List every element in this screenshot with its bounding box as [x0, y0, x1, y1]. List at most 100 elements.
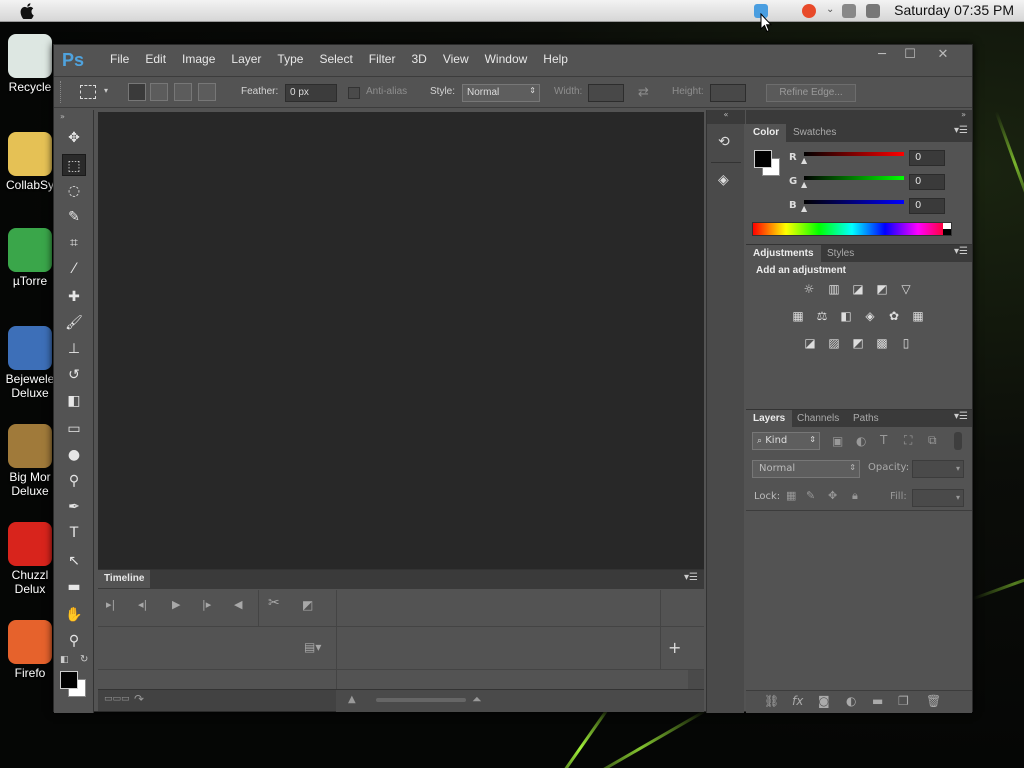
r-slider[interactable] — [804, 152, 904, 156]
smart-object-filter-icon[interactable]: ⧉ — [928, 433, 937, 448]
filter-toggle[interactable] — [954, 432, 962, 450]
tab-swatches[interactable]: Swatches — [786, 124, 843, 142]
brightness-icon[interactable]: ☼ — [801, 282, 817, 296]
b-slider-thumb[interactable]: ▲ — [801, 204, 807, 213]
opacity-input[interactable]: ▾ — [912, 460, 964, 478]
exposure-icon[interactable]: ◩ — [874, 282, 890, 296]
tab-layers[interactable]: Layers — [746, 410, 793, 428]
frames-icon[interactable]: ▭▭▭ — [104, 694, 130, 704]
desktop-shortcut[interactable]: Firefo — [4, 620, 56, 680]
clock[interactable]: Saturday 07:35 PM — [894, 2, 1014, 18]
black-white-icon[interactable]: ◧ — [838, 309, 854, 323]
spectrum-black[interactable] — [943, 229, 951, 235]
timeline-tab[interactable]: Timeline — [98, 570, 150, 588]
default-colors-icon[interactable]: ◧ — [60, 655, 69, 665]
subtract-selection-button[interactable] — [174, 83, 192, 101]
gradient-map-icon[interactable]: ▩ — [874, 336, 890, 350]
desktop-shortcut[interactable]: µTorre — [4, 228, 56, 288]
move-tool-icon[interactable]: ✥ — [62, 127, 86, 149]
app-tray-icon[interactable] — [802, 4, 816, 18]
marquee-preset-icon[interactable] — [80, 85, 96, 99]
tab-adjustments[interactable]: Adjustments — [746, 245, 821, 263]
tab-paths[interactable]: Paths — [846, 410, 886, 428]
photo-filter-icon[interactable]: ◈ — [862, 309, 878, 323]
new-group-icon[interactable]: ▬ — [872, 694, 883, 708]
play-icon[interactable]: ▶ — [172, 598, 180, 611]
color-balance-icon[interactable]: ⚖ — [814, 309, 830, 323]
swap-arrows-icon[interactable]: ⇄ — [638, 85, 649, 100]
desktop-shortcut[interactable]: Recycle — [4, 34, 56, 94]
blur-tool-icon[interactable]: ● — [62, 444, 86, 466]
link-layers-icon[interactable]: ⛓ — [764, 694, 779, 708]
history-icon[interactable]: ⟲ — [718, 134, 730, 150]
menu-view[interactable]: View — [435, 52, 477, 66]
preset-chevron-icon[interactable]: ▾ — [104, 86, 108, 95]
posterize-icon[interactable]: ▨ — [826, 336, 842, 350]
menu-type[interactable]: Type — [269, 52, 311, 66]
next-frame-icon[interactable]: |▸ — [202, 598, 211, 611]
add-selection-button[interactable] — [150, 83, 168, 101]
desktop-shortcut[interactable]: Big Mor Deluxe — [4, 424, 56, 498]
channel-mixer-icon[interactable]: ✿ — [886, 309, 902, 323]
shape-filter-icon[interactable]: ⛶ — [904, 433, 912, 448]
feather-input[interactable]: 0 px — [285, 84, 337, 102]
split-scissors-icon[interactable]: ✂ — [268, 595, 280, 611]
type-filter-icon[interactable]: T — [880, 433, 887, 447]
panel-menu-icon[interactable]: ▾☰ — [684, 572, 698, 583]
r-value[interactable]: 0 — [909, 150, 945, 166]
menu-layer[interactable]: Layer — [223, 52, 269, 66]
tab-styles[interactable]: Styles — [820, 245, 861, 263]
menu-help[interactable]: Help — [535, 52, 576, 66]
lock-position-icon[interactable]: ✥ — [828, 489, 837, 502]
invert-icon[interactable]: ◪ — [802, 336, 818, 350]
apple-icon[interactable] — [20, 3, 34, 19]
refine-edge-button[interactable]: Refine Edge... — [766, 84, 856, 102]
prev-frame-icon[interactable]: ◂| — [138, 598, 147, 611]
foreground-swatch[interactable] — [754, 150, 772, 168]
intersect-selection-button[interactable] — [198, 83, 216, 101]
options-grip[interactable] — [60, 81, 63, 103]
desktop-shortcut[interactable]: CollabSy — [4, 132, 56, 192]
fill-input[interactable]: ▾ — [912, 489, 964, 507]
height-input[interactable] — [710, 84, 746, 102]
brush-tool-icon[interactable]: 🖌︎ — [62, 312, 86, 334]
antialias-checkbox[interactable] — [348, 87, 360, 99]
add-mask-icon[interactable]: ◙ — [818, 694, 830, 708]
new-layer-icon[interactable]: ❐ — [898, 694, 909, 708]
properties-icon[interactable]: ◈ — [718, 172, 729, 188]
maximize-button[interactable]: ☐ — [896, 47, 924, 65]
zoom-in-icon[interactable]: ⏶ — [472, 692, 482, 707]
zoom-tool-icon[interactable]: ⚲ — [62, 630, 86, 652]
panels-collapse-icon[interactable]: » — [746, 110, 972, 124]
menu-select[interactable]: Select — [311, 52, 360, 66]
pen-tool-icon[interactable]: ✒ — [62, 496, 86, 518]
dock-collapse-icon[interactable]: « — [707, 110, 745, 124]
chevron-down-icon[interactable]: ⌄ — [826, 4, 836, 18]
adjustment-filter-icon[interactable]: ◐ — [856, 434, 866, 448]
blend-mode-select[interactable]: Normal ⇕ — [752, 460, 860, 478]
pixel-filter-icon[interactable]: ▣ — [832, 434, 843, 448]
quick-select-tool-icon[interactable]: ✎ — [62, 206, 86, 228]
marquee-tool-icon[interactable]: ⬚ — [62, 154, 86, 176]
scrollbar[interactable] — [688, 670, 704, 690]
eraser-tool-icon[interactable]: ◧ — [62, 390, 86, 412]
title-bar[interactable]: Ps File Edit Image Layer Type Select Filter 3D V… — [54, 45, 972, 75]
g-value[interactable]: 0 — [909, 174, 945, 190]
panel-menu-icon[interactable]: ▾☰ — [954, 246, 968, 257]
fx-icon[interactable]: fx — [792, 694, 803, 708]
volume-tray-icon[interactable] — [866, 4, 880, 18]
threshold-icon[interactable]: ◩ — [850, 336, 866, 350]
new-adjustment-icon[interactable]: ◐ — [846, 694, 856, 708]
g-slider[interactable] — [804, 176, 904, 180]
menu-3d[interactable]: 3D — [403, 52, 434, 66]
desktop-shortcut[interactable]: Bejewele Deluxe — [4, 326, 56, 400]
panel-menu-icon[interactable]: ▾☰ — [954, 411, 968, 422]
hand-tool-icon[interactable]: ✋ — [62, 604, 86, 626]
menu-edit[interactable]: Edit — [137, 52, 174, 66]
delete-layer-icon[interactable]: 🗑︎ — [926, 694, 941, 708]
dodge-tool-icon[interactable]: ⚲ — [62, 470, 86, 492]
crop-tool-icon[interactable]: ⌗ — [62, 232, 86, 254]
color-lookup-icon[interactable]: ▦ — [910, 309, 926, 323]
add-track-icon[interactable]: + — [668, 638, 681, 657]
first-frame-icon[interactable]: ▸| — [106, 598, 115, 611]
